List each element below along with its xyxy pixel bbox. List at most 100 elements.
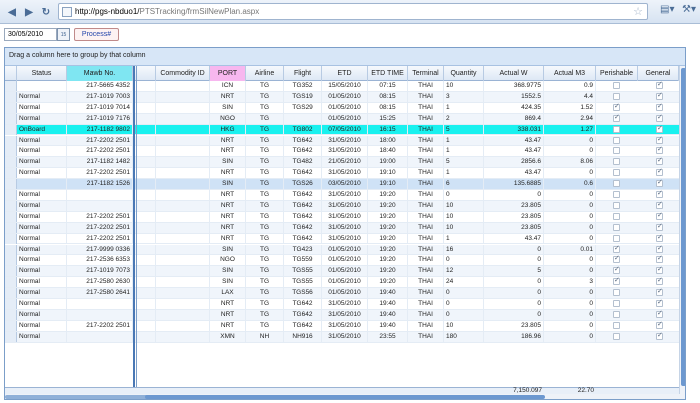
cell-etd[interactable]: 01/05/2010: [322, 255, 368, 266]
col-port-header[interactable]: PORT: [210, 66, 246, 81]
cell-time[interactable]: 19:20: [368, 266, 408, 277]
row-selector[interactable]: [5, 255, 17, 266]
cell-flight[interactable]: TG642: [284, 222, 322, 233]
cell-port[interactable]: NRT: [210, 299, 246, 309]
cell-flight[interactable]: TG352: [284, 81, 322, 91]
cell-status[interactable]: Normal: [17, 255, 67, 266]
cell-port[interactable]: NRT: [210, 190, 246, 200]
cell-mawb[interactable]: 217-2580 2641: [67, 288, 133, 299]
cell-airline[interactable]: TG: [246, 320, 284, 331]
table-row[interactable]: 217-1182 1526 SIN TG TGS26 03/05/2010 19:10 TH…: [5, 178, 679, 190]
cell-aw[interactable]: 43.47: [484, 233, 544, 244]
cell-empty[interactable]: [156, 91, 210, 102]
cell-terminal[interactable]: THAI: [408, 299, 444, 309]
cell-airline[interactable]: TG: [246, 244, 284, 255]
cell-airline[interactable]: TG: [246, 211, 284, 222]
cell-terminal[interactable]: THAI: [408, 331, 444, 342]
cell-flight[interactable]: TGS26: [284, 179, 322, 190]
cell-empty[interactable]: [136, 233, 156, 244]
cell-qty[interactable]: 1: [444, 233, 484, 244]
row-selector[interactable]: [5, 91, 17, 102]
cell-port[interactable]: NRT: [210, 211, 246, 222]
cell-mawb[interactable]: 217-2202 2501: [67, 135, 133, 146]
row-selector[interactable]: [5, 222, 17, 233]
cell-aw[interactable]: 0: [484, 288, 544, 299]
cell-status[interactable]: OnBoard: [17, 124, 67, 135]
cell-mawb[interactable]: [67, 331, 133, 342]
col-terminal-header[interactable]: Terminal: [408, 66, 444, 81]
cell-airline[interactable]: TG: [246, 277, 284, 288]
general-checkbox[interactable]: [656, 189, 663, 198]
cell-status[interactable]: Normal: [17, 266, 67, 277]
cell-aw[interactable]: 23.805: [484, 320, 544, 331]
cell-terminal[interactable]: THAI: [408, 81, 444, 91]
cell-qty[interactable]: 0: [444, 288, 484, 299]
cell-am3[interactable]: 0: [544, 135, 596, 146]
perishable-checkbox[interactable]: [613, 300, 620, 307]
cell-aw[interactable]: 0: [484, 309, 544, 320]
cell-am3[interactable]: 0: [544, 266, 596, 277]
calendar-icon[interactable]: 15: [57, 28, 70, 41]
cell-etd[interactable]: 21/05/2010: [322, 157, 368, 168]
cell-time[interactable]: 19:10: [368, 179, 408, 190]
cell-empty[interactable]: [156, 288, 210, 299]
cell-time[interactable]: 19:10: [368, 168, 408, 179]
cell-qty[interactable]: 24: [444, 277, 484, 288]
cell-mawb[interactable]: 217-2536 6353: [67, 255, 133, 266]
cell-empty[interactable]: [136, 102, 156, 113]
col-general-header[interactable]: General: [638, 66, 679, 81]
cell-empty[interactable]: [156, 244, 210, 255]
perishable-checkbox[interactable]: [613, 276, 620, 286]
cell-empty[interactable]: [156, 331, 210, 342]
cell-port[interactable]: SIN: [210, 179, 246, 190]
cell-flight[interactable]: TGS55: [284, 266, 322, 277]
horizontal-scrollbar[interactable]: [5, 394, 685, 399]
row-selector[interactable]: [5, 244, 17, 255]
table-row[interactable]: Normal 217-2202 2501 NRT TG TG642 31/05/2010 1…: [5, 211, 679, 223]
perishable-checkbox[interactable]: [613, 147, 620, 155]
cell-qty[interactable]: 10: [444, 200, 484, 211]
cell-time[interactable]: 18:40: [368, 146, 408, 157]
perishable-checkbox[interactable]: [613, 310, 620, 318]
cell-empty[interactable]: [156, 124, 210, 135]
cell-mawb[interactable]: 217-2202 2501: [67, 233, 133, 244]
cell-status[interactable]: Normal: [17, 91, 67, 102]
cell-aw[interactable]: 23.805: [484, 200, 544, 211]
cell-status[interactable]: Normal: [17, 146, 67, 157]
row-selector[interactable]: [5, 124, 17, 135]
perishable-checkbox[interactable]: [613, 92, 620, 100]
cell-port[interactable]: SIN: [210, 157, 246, 168]
cell-empty[interactable]: [156, 266, 210, 277]
cell-empty[interactable]: [156, 211, 210, 222]
row-selector[interactable]: [5, 135, 17, 146]
cell-qty[interactable]: 5: [444, 157, 484, 168]
cell-time[interactable]: 18:00: [368, 135, 408, 146]
cell-status[interactable]: Normal: [17, 309, 67, 320]
cell-airline[interactable]: TG: [246, 179, 284, 190]
cell-status[interactable]: Normal: [17, 222, 67, 233]
perishable-checkbox[interactable]: [613, 169, 620, 177]
col-perishable-header[interactable]: Perishable: [596, 66, 638, 81]
cell-qty[interactable]: 2: [444, 113, 484, 124]
cell-empty[interactable]: [156, 309, 210, 320]
col-quantity-header[interactable]: Quantity: [444, 66, 484, 81]
table-row[interactable]: Normal NRT TG TG642 31/05/2010 19:40 THAI 0 0 0: [5, 298, 679, 310]
cell-airline[interactable]: TG: [246, 255, 284, 266]
cell-qty[interactable]: 0: [444, 299, 484, 309]
table-row[interactable]: Normal 217-2202 2501 NRT TG TG642 31/05/2010 1…: [5, 233, 679, 245]
cell-mawb[interactable]: [67, 299, 133, 309]
cell-empty[interactable]: [136, 277, 156, 288]
cell-empty[interactable]: [156, 135, 210, 146]
cell-airline[interactable]: TG: [246, 266, 284, 277]
row-selector[interactable]: [5, 277, 17, 288]
cell-empty[interactable]: [156, 179, 210, 190]
forward-button[interactable]: ▶: [21, 4, 37, 20]
cell-time[interactable]: 19:20: [368, 211, 408, 222]
cell-port[interactable]: NRT: [210, 168, 246, 179]
cell-flight[interactable]: TG642: [284, 168, 322, 179]
cell-qty[interactable]: 0: [444, 309, 484, 320]
cell-airline[interactable]: TG: [246, 81, 284, 91]
cell-port[interactable]: NRT: [210, 91, 246, 102]
cell-terminal[interactable]: THAI: [408, 102, 444, 113]
cell-status[interactable]: Normal: [17, 113, 67, 124]
